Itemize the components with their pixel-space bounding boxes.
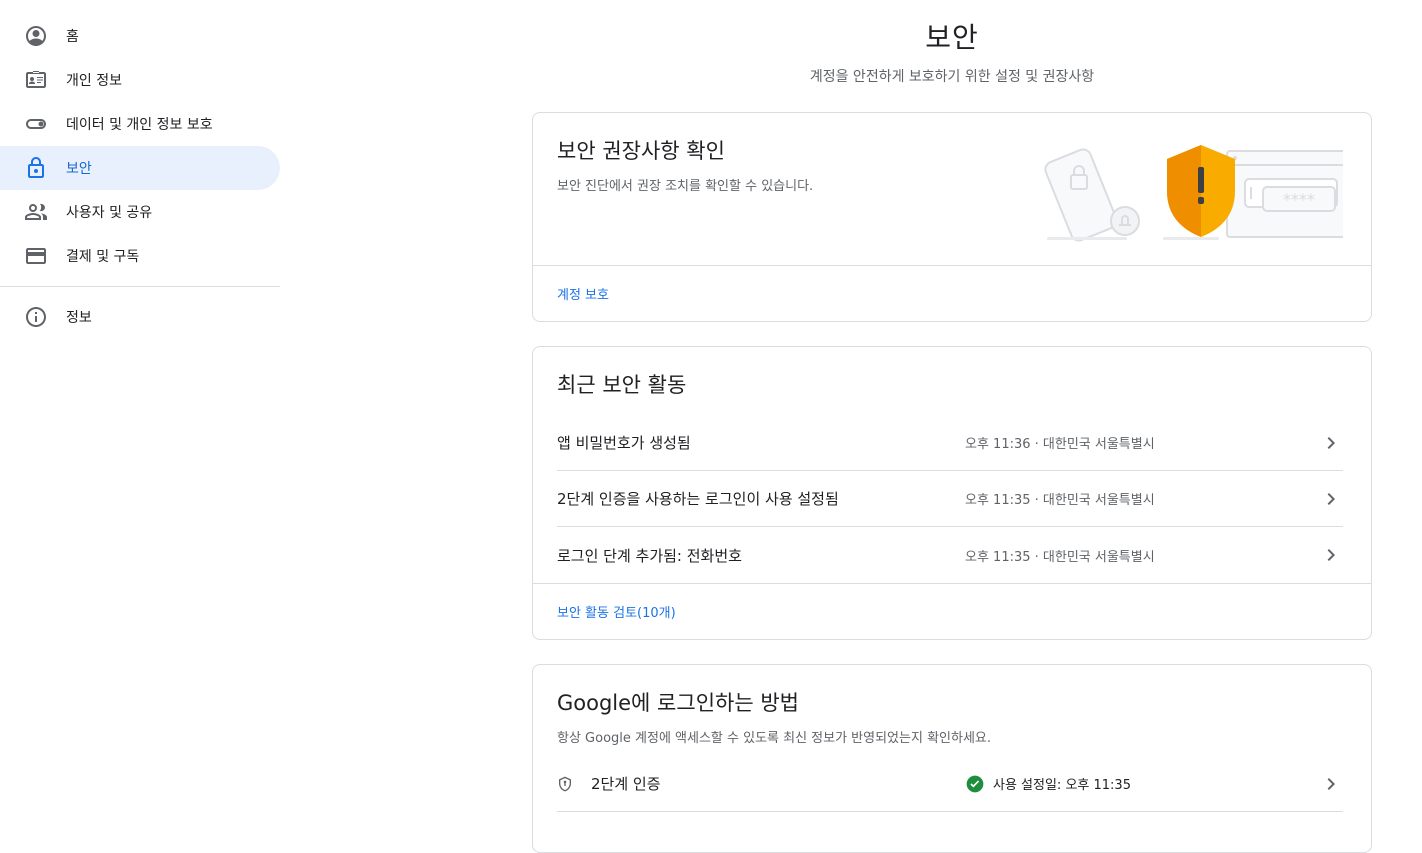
check-circle-icon xyxy=(966,775,984,792)
recent-security-activity-card: 최근 보안 활동 앱 비밀번호가 생성됨 오후 11:36 · 대한민국 서울특… xyxy=(532,346,1372,640)
sidebar-item-label: 정보 xyxy=(66,310,92,326)
sidebar-item-label: 결제 및 구독 xyxy=(66,249,140,265)
signin-method-row[interactable] xyxy=(557,812,1343,852)
sidebar-divider xyxy=(0,286,280,287)
phone-illustration xyxy=(1044,148,1140,242)
sidebar-item-label: 홈 xyxy=(66,29,79,45)
sidebar-nav: 홈 개인 정보 데이터 및 개인 정보 보호 보안 사용자 및 공유 결제 및 … xyxy=(0,14,280,339)
status-text: 사용 설정일: 오후 11:35 xyxy=(993,778,1131,793)
signin-method-status: 사용 설정일: 오후 11:35 xyxy=(965,774,1319,794)
card-title: Google에 로그인하는 방법 xyxy=(557,691,799,715)
sidebar-item-about[interactable]: 정보 xyxy=(0,295,280,339)
security-shield-illustration: **** xyxy=(1044,145,1343,242)
sidebar-item-payments[interactable]: 결제 및 구독 xyxy=(0,234,280,278)
people-icon xyxy=(24,200,48,224)
shield-icon xyxy=(557,776,577,792)
sidebar-item-label: 데이터 및 개인 정보 보호 xyxy=(66,117,213,133)
review-security-activity-link[interactable]: 보안 활동 검토(10개) xyxy=(533,583,1371,639)
warning-shield-icon xyxy=(1163,145,1235,240)
activity-row[interactable]: 2단계 인증을 사용하는 로그인이 사용 설정됨 오후 11:35 · 대한민국… xyxy=(557,471,1343,527)
sidebar-item-label: 사용자 및 공유 xyxy=(66,205,153,221)
card-header: 보안 권장사항 확인 보안 진단에서 권장 조치를 확인할 수 있습니다. **… xyxy=(533,113,1371,265)
sidebar-item-label: 개인 정보 xyxy=(66,73,122,89)
activity-meta: 오후 11:35 · 대한민국 서울특별시 xyxy=(965,549,1155,565)
sidebar-item-label: 보안 xyxy=(66,161,92,177)
sidebar-item-personal-info[interactable]: 개인 정보 xyxy=(0,58,280,102)
chevron-right-icon xyxy=(1319,543,1343,567)
activity-meta: 오후 11:35 · 대한민국 서울특별시 xyxy=(965,493,1155,508)
sidebar-item-people-sharing[interactable]: 사용자 및 공유 xyxy=(0,190,280,234)
two-step-verification-row[interactable]: 2단계 인증 사용 설정일: 오후 11:35 xyxy=(557,756,1343,812)
card-header: 최근 보안 활동 xyxy=(533,347,1371,399)
lock-icon xyxy=(24,156,48,180)
info-icon xyxy=(24,305,48,329)
account-circle-icon xyxy=(24,24,48,48)
signin-methods-list: 2단계 인증 사용 설정일: 오후 11:35 xyxy=(533,756,1371,852)
card-title: 최근 보안 활동 xyxy=(557,373,687,397)
sidebar-item-home[interactable]: 홈 xyxy=(0,14,280,58)
sidebar-item-data-privacy[interactable]: 데이터 및 개인 정보 보호 xyxy=(0,102,280,146)
signin-methods-card: Google에 로그인하는 방법 항상 Google 계정에 액세스할 수 있도… xyxy=(532,664,1372,853)
signin-method-label: 2단계 인증 xyxy=(591,775,661,793)
chevron-right-icon xyxy=(1319,487,1343,511)
main-content: 보안 계정을 안전하게 보호하기 위한 설정 및 권장사항 보안 권장사항 확인… xyxy=(532,0,1372,853)
activity-row[interactable]: 로그인 단계 추가됨: 전화번호 오후 11:35 · 대한민국 서울특별시 xyxy=(557,527,1343,583)
activity-label: 앱 비밀번호가 생성됨 xyxy=(557,434,691,452)
card-header: Google에 로그인하는 방법 항상 Google 계정에 액세스할 수 있도… xyxy=(533,665,1371,746)
card-description: 항상 Google 계정에 액세스할 수 있도록 최신 정보가 반영되었는지 확… xyxy=(557,731,992,746)
toggle-icon xyxy=(24,112,48,136)
password-mask-text: **** xyxy=(1283,190,1315,209)
activity-row[interactable]: 앱 비밀번호가 생성됨 오후 11:36 · 대한민국 서울특별시 xyxy=(557,415,1343,471)
activity-meta: 오후 11:36 · 대한민국 서울특별시 xyxy=(965,437,1155,452)
activity-label: 2단계 인증을 사용하는 로그인이 사용 설정됨 xyxy=(557,490,839,508)
chevron-right-icon xyxy=(1319,772,1343,796)
sidebar-item-security[interactable]: 보안 xyxy=(0,146,280,190)
chevron-right-icon xyxy=(1319,431,1343,455)
page-subtitle: 계정을 안전하게 보호하기 위한 설정 및 권장사항 xyxy=(809,69,1095,85)
activity-list: 앱 비밀번호가 생성됨 오후 11:36 · 대한민국 서울특별시 2단계 인증… xyxy=(533,415,1371,583)
browser-window-illustration: **** xyxy=(1226,150,1343,238)
id-card-icon xyxy=(24,68,48,92)
credit-card-icon xyxy=(24,244,48,268)
security-recommendations-card: 보안 권장사항 확인 보안 진단에서 권장 조치를 확인할 수 있습니다. **… xyxy=(532,112,1372,322)
protect-account-link[interactable]: 계정 보호 xyxy=(533,265,1371,321)
activity-label: 로그인 단계 추가됨: 전화번호 xyxy=(557,546,742,565)
page-title: 보안 xyxy=(925,21,979,54)
